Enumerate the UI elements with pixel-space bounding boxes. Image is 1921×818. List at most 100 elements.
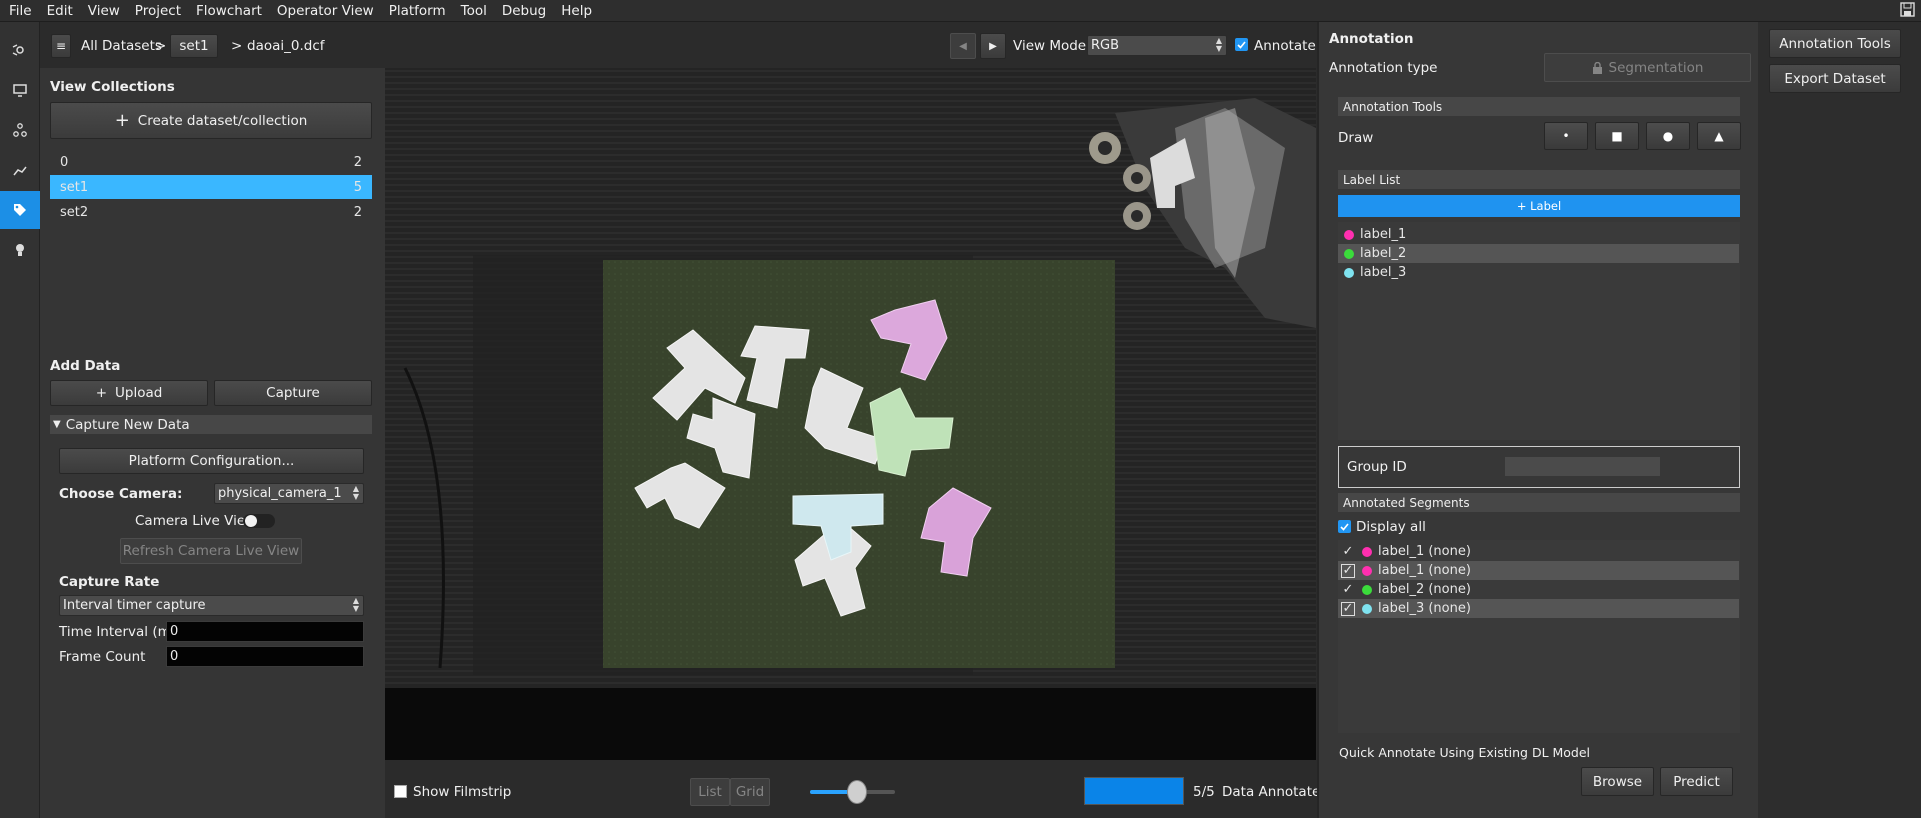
label-name: label_2: [1360, 246, 1407, 261]
label-item[interactable]: label_1: [1338, 225, 1739, 244]
export-dataset-button[interactable]: Export Dataset: [1769, 64, 1901, 93]
collection-count: 2: [353, 154, 362, 170]
toggle-knob: [245, 515, 257, 527]
camera-select[interactable]: physical_camera_1 ▲ ▼: [214, 483, 364, 504]
menu-flowchart[interactable]: Flowchart: [187, 0, 268, 20]
refresh-live-view-button[interactable]: Refresh Camera Live View: [120, 538, 302, 564]
annotation-type-button[interactable]: Segmentation: [1544, 53, 1751, 82]
draw-rectangle-button[interactable]: ■: [1595, 122, 1639, 150]
capture-rate-select[interactable]: Interval timer capture ▲ ▼: [59, 595, 364, 616]
save-icon[interactable]: [1900, 2, 1915, 17]
display-all-checkbox[interactable]: [1338, 520, 1351, 533]
menu-operator-view[interactable]: Operator View: [268, 0, 380, 20]
menu-platform[interactable]: Platform: [380, 0, 452, 20]
menu-file[interactable]: File: [0, 0, 38, 20]
menu-help[interactable]: Help: [552, 0, 598, 20]
label-item[interactable]: label_3: [1338, 263, 1739, 282]
choose-camera-label: Choose Camera:: [59, 486, 183, 502]
annotation-tools-button[interactable]: Annotation Tools: [1769, 29, 1901, 58]
visible-check-icon: ✓: [1341, 562, 1355, 578]
collection-row[interactable]: 02: [50, 150, 372, 174]
collection-count: 2: [353, 204, 362, 220]
capture-button[interactable]: Capture: [214, 380, 372, 406]
display-all-label: Display all: [1356, 519, 1426, 535]
annotation-type-value: Segmentation: [1608, 59, 1704, 76]
segment-item[interactable]: ✓ label_1 (none): [1338, 561, 1739, 580]
zoom-slider-track[interactable]: [810, 780, 895, 804]
rail-vision-button[interactable]: [0, 31, 40, 69]
annotation-panel: Annotation Annotation type Segmentation …: [1317, 22, 1758, 818]
time-interval-input[interactable]: 0: [166, 621, 364, 642]
menu-edit[interactable]: Edit: [38, 0, 79, 20]
rail-bulb-button[interactable]: [0, 231, 40, 269]
spin-arrows-icon: ▲ ▼: [1215, 36, 1222, 53]
annotation-progress-label: Data Annotated: [1222, 784, 1329, 800]
segment-color-dot: [1362, 584, 1372, 595]
menu-debug[interactable]: Debug: [493, 0, 552, 20]
annotate-checkbox[interactable]: [1235, 38, 1248, 51]
annotation-progress-count: 5/5: [1193, 784, 1215, 800]
menu-project[interactable]: Project: [126, 0, 187, 20]
prev-button[interactable]: ◀: [950, 33, 976, 59]
camera-live-view-toggle[interactable]: [243, 514, 275, 528]
label-name: label_1: [1360, 227, 1407, 242]
segment-item[interactable]: ✓ label_1 (none): [1338, 542, 1739, 561]
collapse-triangle-icon: ▼: [53, 419, 61, 430]
upload-button[interactable]: + Upload: [50, 380, 208, 406]
breadcrumb-file: daoai_0.dcf: [247, 38, 325, 54]
group-id-input[interactable]: [1505, 457, 1660, 476]
draw-label: Draw: [1338, 130, 1374, 146]
capture-new-section-header[interactable]: ▼ Capture New Data: [50, 415, 372, 434]
camera-value: physical_camera_1: [218, 486, 342, 501]
segment-color-dot: [1362, 565, 1372, 576]
zoom-slider-handle[interactable]: [846, 780, 867, 804]
browse-button[interactable]: Browse: [1581, 767, 1654, 796]
check-icon: [1340, 523, 1349, 531]
next-button[interactable]: ▶: [980, 33, 1006, 59]
label-list-header: Label List: [1338, 170, 1740, 189]
platform-configuration-button[interactable]: Platform Configuration...: [59, 448, 364, 474]
menu-view[interactable]: View: [79, 0, 126, 20]
grid-view-button[interactable]: Grid: [730, 778, 770, 806]
draw-circle-button[interactable]: ●: [1646, 122, 1690, 150]
mode-rail: [0, 22, 40, 818]
add-label-button[interactable]: + Label: [1338, 195, 1740, 217]
quick-annotate-label: Quick Annotate Using Existing DL Model: [1339, 745, 1591, 760]
lock-icon: [1592, 61, 1602, 74]
monitor-icon: [13, 84, 27, 97]
circle-icon: ●: [1662, 129, 1674, 143]
create-collection-button[interactable]: + Create dataset/collection: [50, 102, 372, 139]
lightbulb-icon: [16, 244, 24, 256]
menu-bar: File Edit View Project Flowchart Operator Vie…: [0, 0, 1921, 22]
image-viewer[interactable]: [385, 68, 1316, 760]
group-id-label: Group ID: [1347, 459, 1407, 475]
segment-item[interactable]: ✓ label_3 (none): [1338, 599, 1739, 618]
collection-row-selected[interactable]: set1 5: [50, 175, 372, 199]
annotated-segments-header: Annotated Segments: [1338, 493, 1740, 512]
breadcrumb-sep: >: [155, 38, 167, 54]
label-item-selected[interactable]: label_2: [1338, 244, 1739, 263]
draw-point-button[interactable]: •: [1544, 122, 1588, 150]
menu-tool[interactable]: Tool: [452, 0, 493, 20]
rail-monitor-button[interactable]: [0, 71, 40, 109]
menu-icon: ≡: [55, 39, 67, 53]
show-filmstrip-checkbox[interactable]: [394, 785, 407, 798]
rail-robot-button[interactable]: [0, 151, 40, 189]
upload-label: Upload: [115, 385, 163, 401]
predict-button[interactable]: Predict: [1660, 767, 1733, 796]
breadcrumb-root[interactable]: All Datasets: [81, 38, 162, 54]
label-name: label_3: [1360, 265, 1407, 280]
rail-annotation-button[interactable]: [0, 191, 40, 229]
hamburger-button[interactable]: ≡: [51, 34, 71, 58]
collection-row[interactable]: set2 2: [50, 200, 372, 224]
robot-arm-icon: [13, 166, 27, 176]
camera-image[interactable]: [385, 68, 1316, 760]
segment-item[interactable]: ✓ label_2 (none): [1338, 580, 1739, 599]
list-view-button[interactable]: List: [690, 778, 730, 806]
view-mode-select[interactable]: RGB ▲ ▼: [1087, 35, 1227, 56]
rail-flowchart-button[interactable]: [0, 111, 40, 149]
point-icon: •: [1562, 129, 1570, 143]
frame-count-input[interactable]: 0: [166, 646, 364, 667]
breadcrumb-dataset-button[interactable]: set1: [170, 34, 218, 58]
draw-polygon-button[interactable]: ▲: [1697, 122, 1741, 150]
